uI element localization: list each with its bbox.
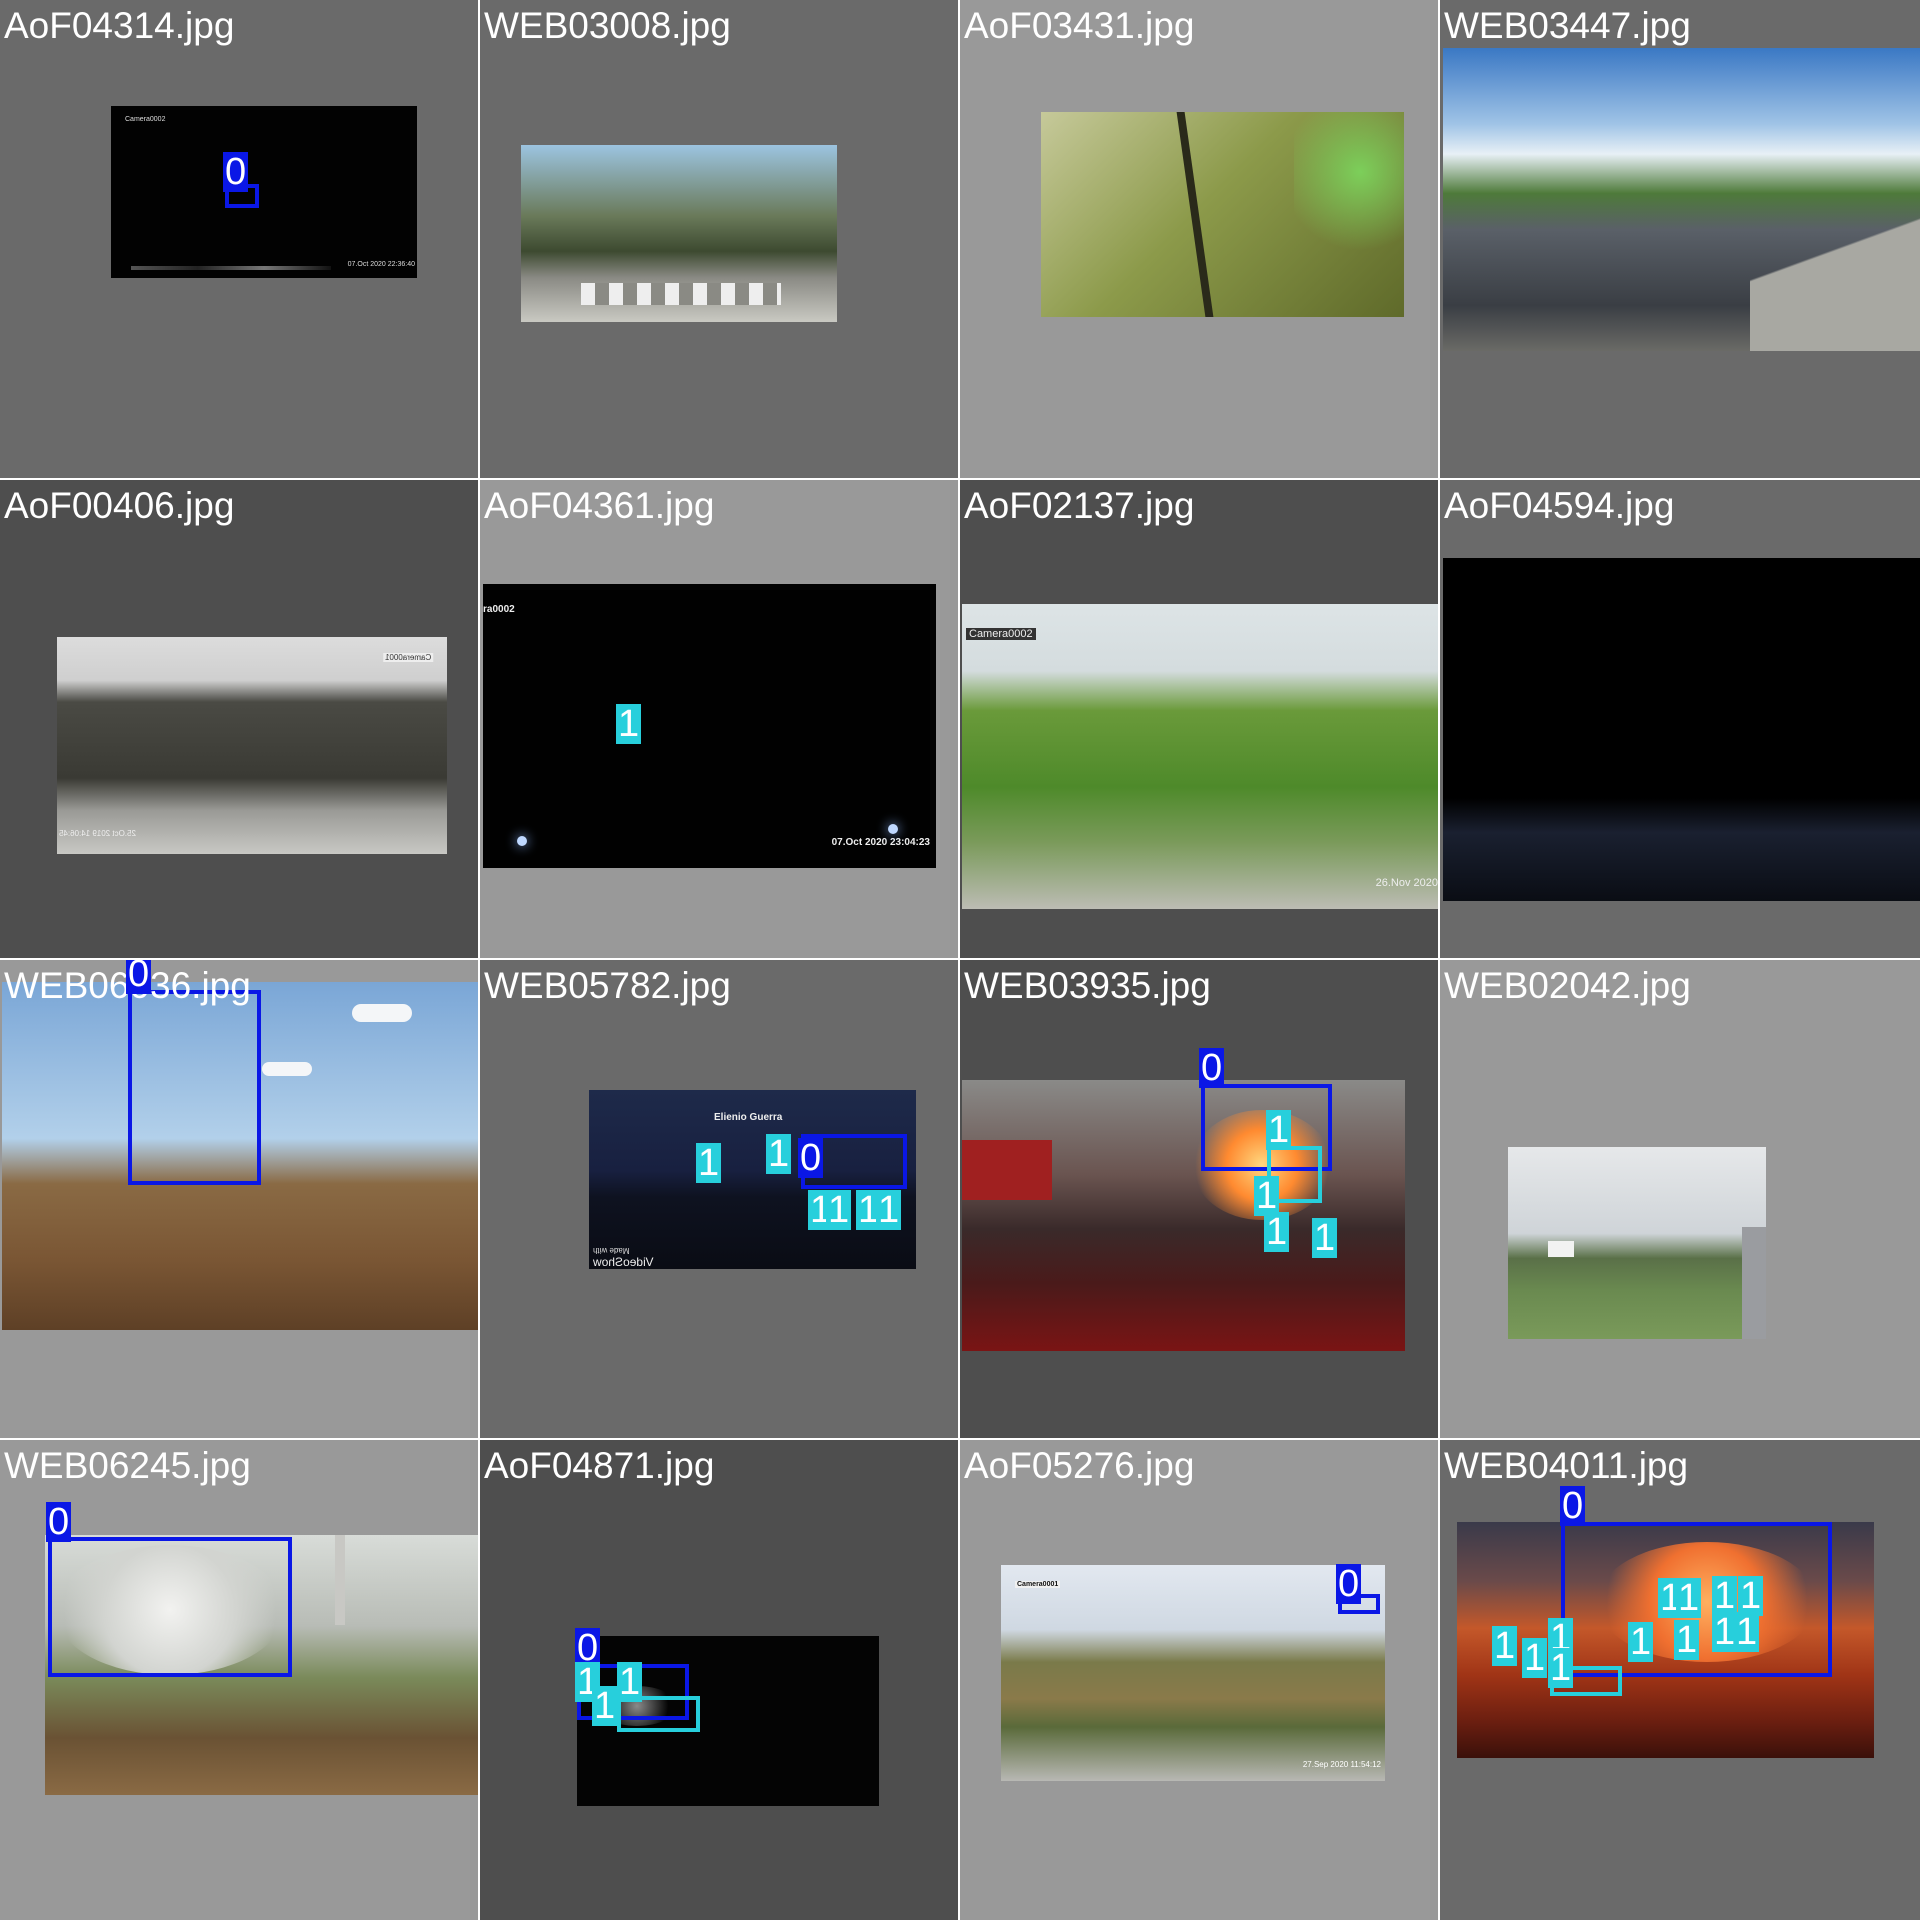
filename-label: AoF05276.jpg [964,1445,1195,1486]
tile-aof02137: Camera0002 26.Nov 2020 AoF02137.jpg [960,480,1438,958]
filename-label: WEB04011.jpg [1444,1445,1689,1486]
tile-web06245: 0 WEB06245.jpg [0,1440,478,1920]
crosswalk-stripes [581,283,781,305]
filename-label: WEB03008.jpg [484,5,731,46]
detection-label: 0 [1336,1563,1362,1605]
dark-cables [1176,112,1214,317]
filename-label: AoF00406.jpg [4,485,235,526]
road-crosswalk-photo [521,145,837,322]
detection-label: 1 [826,1189,852,1231]
tile-web06036: WEB06036.jpg 0 [0,960,478,1438]
filename-label: WEB02042.jpg [1444,965,1691,1006]
tile-web03008: WEB03008.jpg [480,0,958,478]
detection-label: 1 [1674,1619,1700,1661]
camera-label: Camera0002 [125,116,166,123]
fire-truck [962,1140,1052,1200]
camera-label: ra0002 [483,604,515,615]
filename-label: AoF04594.jpg [1444,485,1675,526]
detection-label: 1 [1312,1217,1338,1259]
cloud [352,1004,412,1022]
house [1548,1241,1574,1257]
detection-label: 1 [1492,1625,1518,1667]
tile-aof04314: Camera0002 07.Oct 2020 22:36:40 0 AoF043… [0,0,478,478]
tile-web02042: WEB02042.jpg [1440,960,1920,1438]
tile-web03447: WEB03447.jpg [1440,0,1920,478]
filename-label: AoF02137.jpg [964,485,1195,526]
detection-label: 1 [1628,1621,1654,1663]
detection-label: 1 [1266,1109,1292,1151]
cloud [262,1062,312,1076]
building-wall [1742,1227,1766,1339]
tile-web04011: 0 1 1 1 1 1 1 1 1 1 1 1 1 WEB04011.jpg [1440,1440,1920,1920]
filename-label: WEB03935.jpg [964,965,1211,1006]
detection-label: 1 [1254,1175,1280,1217]
detection-label: 1 [617,1661,643,1703]
night-dark-photo [1443,558,1920,901]
detection-label: 1 [766,1133,792,1175]
firefighters-car-fire-photo [962,1080,1405,1351]
filename-label: AoF04314.jpg [4,5,235,46]
detection-label: 1 [1522,1637,1548,1679]
detection-label: 1 [1264,1211,1290,1253]
detection-label: 1 [1548,1647,1574,1689]
tile-aof05276: Camera0001 27.Sep 2020 11:54:12 0 AoF052… [960,1440,1438,1920]
camera-label: Camera0002 [966,628,1036,640]
street-light [517,836,527,846]
suburban-lawn-photo [1508,1147,1766,1339]
timestamp: 27.Sep 2020 11:54:12 [1302,1760,1381,1769]
filename-label: WEB03447.jpg [1444,5,1691,46]
detection-label: 0 [1199,1047,1225,1089]
hillside-gray-photo: Camera0001 25.Oct 2019 14:06:45 [57,637,447,854]
detection-label: 0 [223,151,249,193]
city-lights [131,266,331,270]
detection-label: 1 [696,1142,722,1184]
tile-web03935: 0 1 1 1 1 WEB03935.jpg [960,960,1438,1438]
watermark-line: Made with [593,1246,630,1255]
camera-label: Camera0001 [382,653,433,662]
detection-label: 0 [46,1501,72,1543]
detection-label: 1 [592,1685,618,1727]
detection-label: 0 [798,1137,824,1179]
sidewalk [1750,191,1920,351]
video-title: Elienio Guerra [714,1112,783,1123]
dry-hills-photo: Camera0001 27.Sep 2020 11:54:12 [1001,1565,1385,1781]
filename-label: AoF03431.jpg [964,5,1195,46]
detection-label: 1 [1676,1577,1702,1619]
detection-label: 0 [1560,1485,1586,1527]
tile-aof03431: AoF03431.jpg [960,0,1438,478]
detection-label: 1 [1738,1575,1764,1617]
detection-label: 1 [876,1189,902,1231]
green-hills-photo: Camera0002 26.Nov 2020 [962,604,1438,909]
tile-aof00406: Camera0001 25.Oct 2019 14:06:45 AoF00406… [0,480,478,958]
detection-box [128,990,261,1185]
filename-label: WEB06245.jpg [4,1445,251,1486]
filename-label: AoF04361.jpg [484,485,715,526]
tile-aof04361: ra0002 07.Oct 2020 23:04:23 1 AoF04361.j… [480,480,958,958]
tile-aof04594: AoF04594.jpg [1440,480,1920,958]
timestamp: 25.Oct 2019 14:06:45 [59,829,136,838]
underwater-cables-photo [1041,112,1404,317]
timestamp: 07.Oct 2020 22:36:40 [347,261,415,268]
street-light [888,824,898,834]
night-camera-photo: Camera0002 07.Oct 2020 22:36:40 [111,106,417,278]
night-camera-photo: ra0002 07.Oct 2020 23:04:23 [483,584,936,868]
filename-label: AoF04871.jpg [484,1445,715,1486]
watermark-brand: VideoShow [593,1255,654,1269]
camera-label: Camera0001 [1015,1581,1061,1588]
tile-aof04871: 0 1 1 1 AoF04871.jpg [480,1440,958,1920]
detection-label: 1 [616,703,642,745]
detection-box [48,1537,292,1677]
detection-label: 0 [126,960,152,994]
green-foliage [1294,112,1404,262]
filename-label: WEB05782.jpg [484,965,731,1006]
timestamp: 26.Nov 2020 [1375,877,1438,889]
detection-label: 1 [1712,1575,1738,1617]
tile-web05782: Elienio Guerra Made with VideoShow 0 1 1… [480,960,958,1438]
pole [335,1535,345,1625]
detection-label: 1 [1734,1611,1760,1653]
highway-photo [1443,48,1920,351]
timestamp: 07.Oct 2020 23:04:23 [831,837,930,848]
